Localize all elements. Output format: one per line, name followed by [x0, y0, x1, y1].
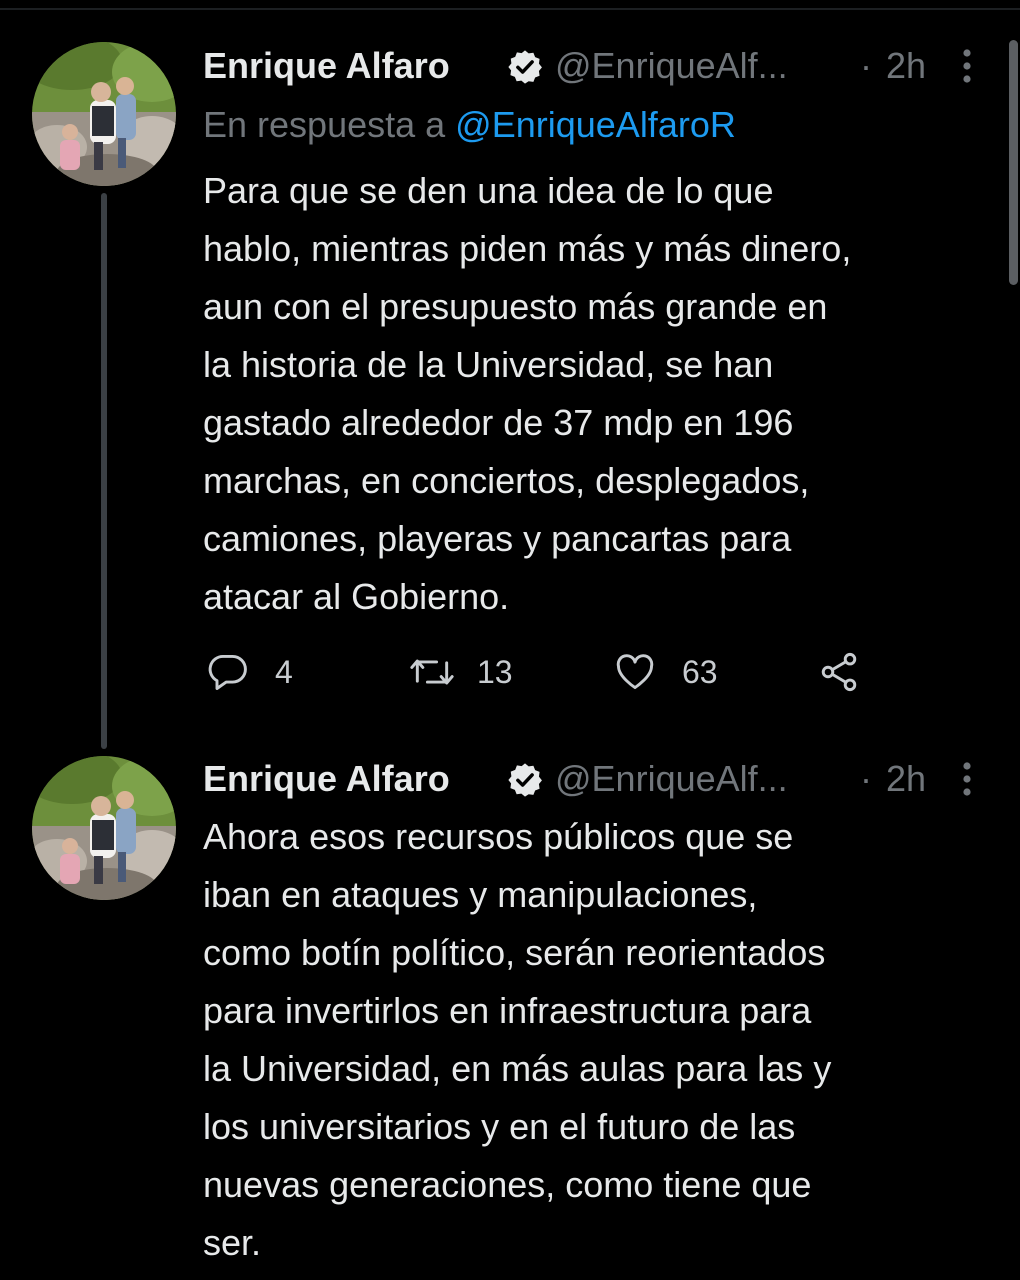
retweet-button[interactable]: 13: [406, 643, 536, 701]
tweet-text-line: atacar al Gobierno.: [203, 576, 510, 617]
tweet-text-line: nuevas generaciones, como tiene que: [203, 1164, 812, 1205]
more-vertical-icon[interactable]: [955, 45, 979, 87]
share-button[interactable]: [815, 643, 875, 701]
author-name[interactable]: Enrique Alfaro: [203, 754, 450, 804]
scrollbar-thumb[interactable]: [1009, 40, 1018, 285]
verified-badge-icon: [508, 50, 542, 84]
tweet-text-line: Ahora esos recursos públicos que se: [203, 816, 794, 857]
reply-count: 4: [275, 654, 293, 690]
avatar[interactable]: [32, 756, 176, 900]
retweet-icon: [410, 659, 454, 685]
tweet-text-line: como botín político, serán reorientados: [203, 932, 826, 973]
tweet-text-line: hablo, mientras piden más y más dinero,: [203, 228, 852, 269]
reply-prefix: En respuesta a: [203, 104, 446, 145]
author-handle[interactable]: @EnriqueAlf...: [555, 754, 788, 804]
thread-line: [101, 193, 107, 749]
tweet-text-line: iban en ataques y manipulaciones,: [203, 874, 758, 915]
tweet-text-line: aun con el presupuesto más grande en: [203, 286, 828, 327]
tweet-text-line: gastado alrededor de 37 mdp en 196: [203, 402, 794, 443]
share-icon: [821, 652, 857, 692]
reply-bubble-icon: [208, 654, 247, 690]
author-name[interactable]: Enrique Alfaro: [203, 41, 450, 91]
avatar[interactable]: [32, 42, 176, 186]
tweet-time[interactable]: 2h: [886, 754, 926, 804]
retweet-count: 13: [477, 654, 513, 690]
heart-icon: [616, 654, 654, 690]
reply-button[interactable]: 4: [203, 643, 323, 701]
top-divider: [0, 8, 1020, 10]
reply-context: En respuesta a @EnriqueAlfaroR: [203, 100, 736, 150]
reply-mention-link[interactable]: @EnriqueAlfaroR: [455, 104, 736, 145]
like-count: 63: [682, 654, 718, 690]
tweet-header: Enrique Alfaro @EnriqueAlf... · 2h: [203, 754, 1003, 804]
tweet-text: Ahora esos recursos públicos que se iban…: [203, 808, 1003, 1272]
tweet-text-line: ser.: [203, 1222, 262, 1263]
tweet-text-line: Para que se den una idea de lo que: [203, 170, 774, 211]
tweet-text-line: los universitarios y en el futuro de las: [203, 1106, 796, 1147]
more-vertical-icon[interactable]: [955, 758, 979, 800]
author-handle[interactable]: @EnriqueAlf...: [555, 41, 788, 91]
like-button[interactable]: 63: [611, 643, 741, 701]
tweet-time[interactable]: 2h: [886, 41, 926, 91]
dot-separator: ·: [860, 758, 872, 799]
tweet-text-line: marchas, en conciertos, desplegados,: [203, 460, 810, 501]
verified-badge-icon: [508, 763, 542, 797]
tweet-text: Para que se den una idea de lo que hablo…: [203, 162, 1003, 626]
tweet-text-line: la historia de la Universidad, se han: [203, 344, 774, 385]
tweet-header: Enrique Alfaro @EnriqueAlf... · 2h: [203, 41, 1003, 91]
tweet-text-line: para invertirlos en infraestructura para: [203, 990, 812, 1031]
dot-separator: ·: [860, 45, 872, 86]
tweet-actions: 4 13 63: [203, 643, 903, 701]
tweet-text-line: la Universidad, en más aulas para las y: [203, 1048, 832, 1089]
tweet-text-line: camiones, playeras y pancartas para: [203, 518, 792, 559]
